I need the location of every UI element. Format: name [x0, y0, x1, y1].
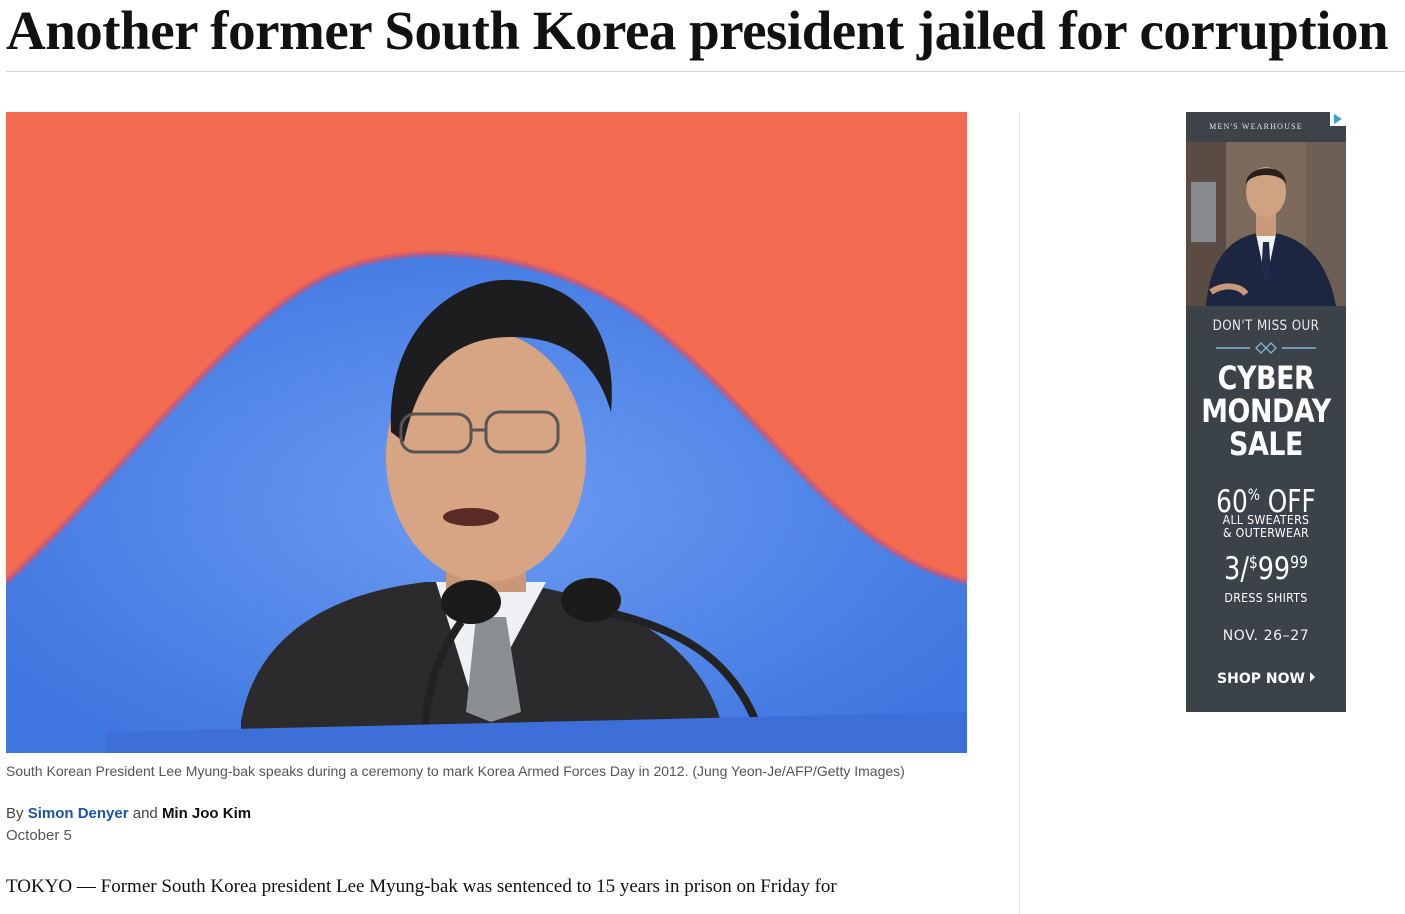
byline-prefix: By	[6, 805, 24, 822]
ad-header: MEN'S WEARHOUSE	[1186, 112, 1346, 142]
ad-price-cents: 99	[1290, 553, 1308, 573]
author-min-joo-kim: Min Joo Kim	[161, 805, 252, 822]
ad-shop-now-button[interactable]: SHOP NOW	[1186, 671, 1346, 687]
ad-price-prefix: 3/	[1224, 551, 1249, 587]
sidebar-divider	[1019, 112, 1020, 914]
article-lede: TOKYO — Former South Korea president Lee…	[6, 876, 837, 897]
ad-cyber-monday: CYBER MONDAY SALE	[1199, 362, 1333, 461]
ad-promo-panel: DON'T MISS OUR CYBER MONDAY SALE 60% OFF…	[1186, 306, 1346, 712]
ad-price-main: 99	[1257, 551, 1291, 587]
ad-dont-miss: DON'T MISS OUR	[1212, 318, 1320, 334]
lead-photo-image	[6, 112, 967, 753]
lead-photo[interactable]	[6, 112, 967, 753]
author-link-simon-denyer[interactable]: Simon Denyer	[28, 805, 129, 822]
byline-conjunction: and	[132, 805, 158, 822]
ad-pct-symbol: %	[1247, 485, 1260, 504]
ad-brand: MEN'S WEARHOUSE	[1209, 122, 1303, 131]
ad-cyber-line1: CYBER	[1217, 359, 1315, 397]
byline: By Simon Denyer and Min Joo Kim	[6, 804, 251, 824]
ad-cyber-line3: SALE	[1229, 425, 1303, 463]
ad-cyber-line2: MONDAY	[1201, 392, 1331, 430]
ad-dress-shirts: DRESS SHIRTS	[1224, 591, 1308, 605]
ad-dates: NOV. 26–27	[1222, 628, 1310, 644]
headline: Another former South Korea president jai…	[6, 0, 1389, 61]
headline-divider	[6, 71, 1405, 72]
ad-shop-now-label: SHOP NOW	[1217, 671, 1305, 687]
play-arrow-icon	[1309, 672, 1315, 682]
ad-price-dollar: $	[1248, 553, 1258, 573]
adchoices-icon[interactable]	[1330, 112, 1346, 126]
photo-caption: South Korean President Lee Myung-bak spe…	[6, 763, 905, 779]
ornament-divider-icon	[1216, 342, 1316, 354]
sidebar-ad[interactable]: MEN'S WEARHOUSE DON'T MISS OUR CYBER MON…	[1186, 112, 1346, 712]
ad-price: 3/$9999	[1200, 546, 1331, 586]
publish-date: October 5	[6, 827, 72, 844]
ad-model-photo	[1186, 142, 1346, 306]
ad-sweaters-line2: & OUTERWEAR	[1223, 526, 1309, 540]
